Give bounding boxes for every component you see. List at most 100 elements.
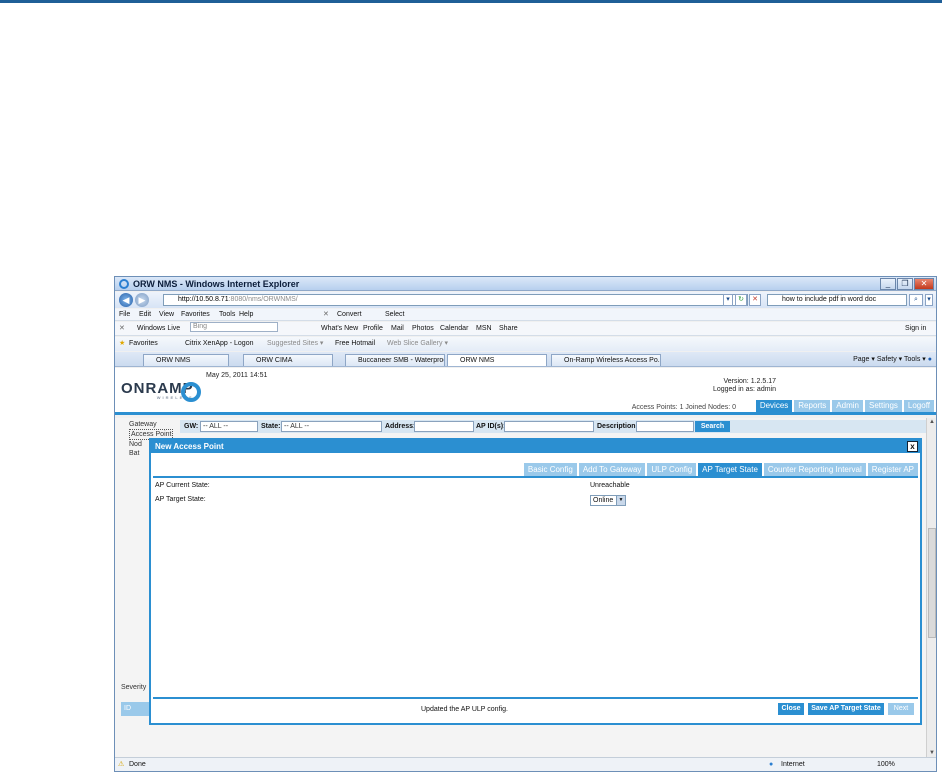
- search-go-icon[interactable]: ⌕: [909, 294, 923, 306]
- logged-in-text: Logged in as: admin: [712, 386, 776, 393]
- datetime: May 25, 2011 14:51: [206, 372, 268, 379]
- zoom-level[interactable]: 100%: [877, 758, 895, 771]
- signin-link[interactable]: Sign in: [905, 322, 926, 336]
- url-host: http://10.50.8.71: [178, 296, 229, 303]
- menu-file[interactable]: File: [119, 309, 130, 321]
- browser-window: ORW NMS - Windows Internet Explorer _ ❐ …: [114, 276, 937, 772]
- restore-icon[interactable]: ❐: [897, 278, 913, 290]
- ap-target-state-value: Online: [593, 497, 614, 504]
- close-live-toolbar-icon[interactable]: ✕: [119, 322, 125, 336]
- close-button[interactable]: Close: [778, 703, 804, 715]
- browser-tab-2[interactable]: ORW CIMA: [243, 354, 333, 366]
- ap-target-state-label: AP Target State:: [155, 496, 206, 503]
- filter-bar: GW: -- ALL -- State: -- ALL -- Address: …: [180, 420, 927, 433]
- ap-current-state-value: Unreachable: [590, 482, 630, 489]
- forward-icon[interactable]: ▶: [135, 293, 149, 307]
- dialog-footer-divider: [153, 697, 918, 699]
- fav-free-hotmail[interactable]: Free Hotmail: [335, 337, 375, 351]
- refresh-icon[interactable]: ↻: [735, 294, 747, 306]
- url-field[interactable]: http://10.50.8.71:8080/nms/ORWNMS/: [163, 294, 748, 306]
- stop-icon[interactable]: ✕: [749, 294, 761, 306]
- tab-register-ap[interactable]: Register AP: [867, 463, 918, 476]
- dialog-title: New Access Point: [151, 440, 920, 453]
- fav-web-slice-gallery[interactable]: Web Slice Gallery ▾: [387, 337, 448, 351]
- search-options-icon[interactable]: ▾: [925, 294, 933, 306]
- favorites-star-icon: ★: [119, 340, 126, 347]
- close-window-icon[interactable]: ✕: [914, 278, 934, 290]
- next-button[interactable]: Next: [888, 703, 914, 715]
- gw-filter-select[interactable]: -- ALL --: [200, 421, 258, 432]
- severity-label: Severity: [121, 684, 147, 691]
- description-filter-input[interactable]: [636, 421, 694, 432]
- live-link-share[interactable]: Share: [499, 322, 518, 336]
- gw-filter-label: GW:: [184, 423, 199, 430]
- nav-admin[interactable]: Admin: [832, 400, 863, 412]
- dialog-tabs: Basic Config Add To Gateway ULP Config A…: [523, 463, 918, 476]
- page-scrollbar[interactable]: ▲ ▼: [926, 418, 936, 758]
- help-icon[interactable]: ●: [928, 356, 932, 363]
- version-text: Version: 1.2.5.17: [723, 378, 776, 385]
- browser-status-bar: ⚠ Done ● Internet 100%: [115, 757, 936, 771]
- tab-add-to-gateway[interactable]: Add To Gateway: [578, 463, 646, 476]
- ap-current-state-label: AP Current State:: [155, 482, 210, 489]
- back-icon[interactable]: ◀: [119, 293, 133, 307]
- tab-counter-reporting-interval[interactable]: Counter Reporting Interval: [763, 463, 866, 476]
- live-link-profile[interactable]: Profile: [363, 322, 383, 336]
- favorites-button[interactable]: Favorites: [129, 337, 158, 351]
- fav-suggested-sites[interactable]: Suggested Sites ▾: [267, 337, 323, 351]
- scroll-up-icon[interactable]: ▲: [927, 418, 936, 427]
- menu-view[interactable]: View: [159, 309, 174, 321]
- fav-citrix[interactable]: Citrix XenApp - Logon: [185, 337, 253, 351]
- save-ap-target-state-button[interactable]: Save AP Target State: [808, 703, 884, 715]
- select-button[interactable]: Select: [385, 309, 404, 321]
- url-dropdown-icon[interactable]: ▾: [723, 294, 733, 306]
- browser-tab-1[interactable]: ORW NMS: [143, 354, 229, 366]
- tab-ap-target-state[interactable]: AP Target State: [698, 463, 762, 476]
- window-titlebar: ORW NMS - Windows Internet Explorer _ ❐ …: [115, 277, 936, 291]
- apid-filter-input[interactable]: [504, 421, 594, 432]
- warning-icon: ⚠: [118, 761, 125, 768]
- cmd-tools[interactable]: Tools ▾: [904, 356, 926, 363]
- ie-logo-icon: [119, 279, 129, 289]
- address-filter-input[interactable]: [414, 421, 474, 432]
- cmd-page[interactable]: Page ▾: [853, 356, 875, 363]
- logo-circle-icon: [181, 382, 201, 402]
- convert-button[interactable]: Convert: [337, 309, 362, 321]
- live-link-msn[interactable]: MSN: [476, 322, 492, 336]
- browser-tab-3[interactable]: Buccaneer SMB - Waterproof...: [345, 354, 445, 366]
- browser-tab-4[interactable]: ORW NMS: [447, 354, 547, 366]
- nav-reports[interactable]: Reports: [794, 400, 831, 412]
- minimize-icon[interactable]: _: [880, 278, 896, 290]
- scroll-thumb[interactable]: [928, 528, 936, 638]
- close-toolbar-icon[interactable]: ✕: [323, 309, 329, 321]
- nav-logoff[interactable]: Logoff: [903, 400, 934, 412]
- live-link-photos[interactable]: Photos: [412, 322, 434, 336]
- menu-tools[interactable]: Tools: [219, 309, 235, 321]
- cmd-safety[interactable]: Safety ▾: [877, 356, 902, 363]
- browser-search-input[interactable]: how to include pdf in word doc: [767, 294, 907, 306]
- live-link-calendar[interactable]: Calendar: [440, 322, 468, 336]
- app-header: ONRAMP WIRELESS May 25, 2011 14:51 Versi…: [115, 368, 936, 415]
- dialog-tab-divider: [153, 476, 918, 478]
- search-button[interactable]: Search: [695, 421, 730, 432]
- windows-live-link[interactable]: Windows Live: [137, 322, 180, 336]
- tab-ulp-config[interactable]: ULP Config: [647, 463, 697, 476]
- menu-edit[interactable]: Edit: [139, 309, 151, 321]
- menu-favorites[interactable]: Favorites: [181, 309, 210, 321]
- sidebar-item-gateway[interactable]: Gateway: [129, 420, 173, 429]
- bing-search-input[interactable]: Bing: [190, 322, 278, 332]
- tab-basic-config[interactable]: Basic Config: [523, 463, 577, 476]
- address-filter-label: Address:: [385, 423, 416, 430]
- top-accent-line: [0, 0, 942, 3]
- dialog-close-icon[interactable]: x: [907, 441, 918, 452]
- state-filter-select[interactable]: -- ALL --: [281, 421, 382, 432]
- windows-live-toolbar: ✕ Windows Live Bing What's New Profile M…: [115, 322, 936, 336]
- browser-tab-5[interactable]: On-Ramp Wireless Access Po...: [551, 354, 661, 366]
- ap-target-state-select[interactable]: Online ▼: [590, 495, 626, 506]
- status-text: Done: [129, 761, 146, 768]
- nav-devices[interactable]: Devices: [755, 400, 793, 412]
- live-link-whats-new[interactable]: What's New: [321, 322, 358, 336]
- live-link-mail[interactable]: Mail: [391, 322, 404, 336]
- nav-settings[interactable]: Settings: [864, 400, 902, 412]
- menu-help[interactable]: Help: [239, 309, 253, 321]
